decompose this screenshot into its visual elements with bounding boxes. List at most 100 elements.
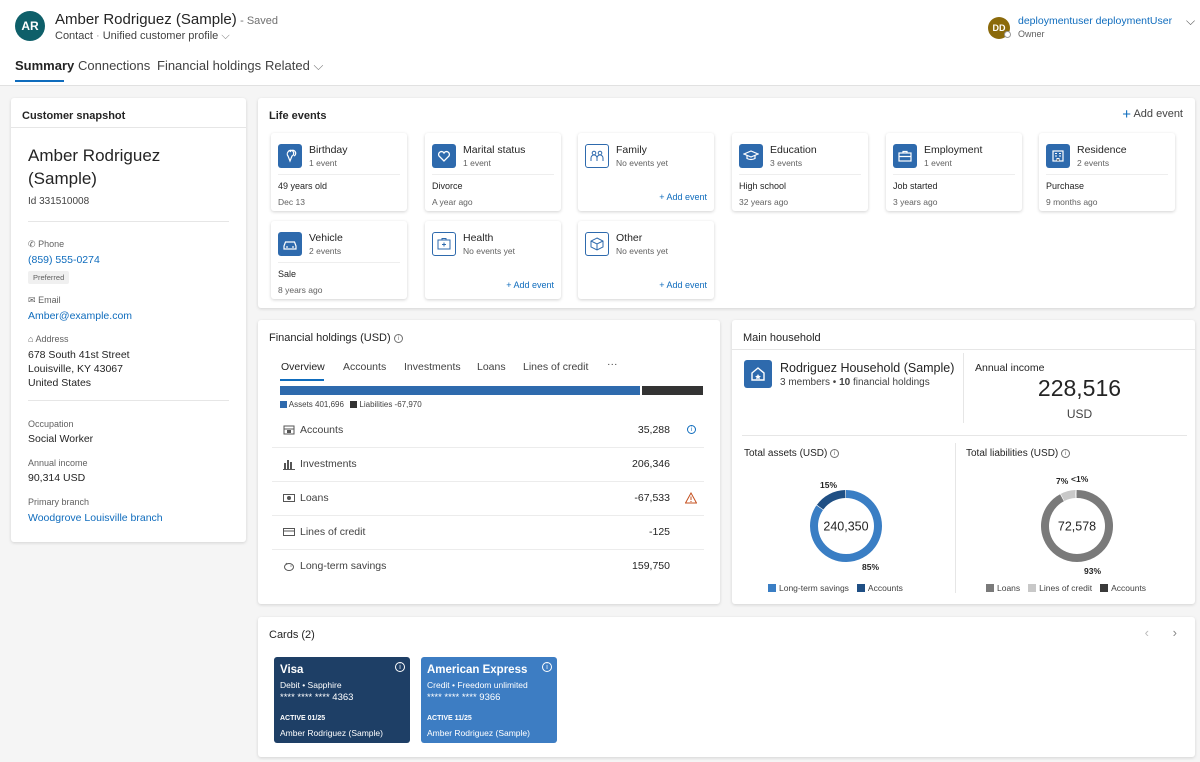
tab-summary[interactable]: Summary [15, 58, 74, 73]
card-name: Visa [280, 664, 304, 676]
tab-connections[interactable]: Connections [78, 58, 150, 73]
data-label: 7% [1056, 476, 1069, 486]
life-event-detail: Divorce [432, 181, 463, 191]
life-event-marital-status[interactable]: Marital status 1 event Divorce A year ago [425, 133, 561, 211]
life-event-residence[interactable]: Residence 2 events Purchase 9 months ago [1039, 133, 1175, 211]
total-assets-donut[interactable]: 240,350 [790, 470, 902, 582]
donut-slice-lines-of-credit[interactable] [1060, 490, 1076, 502]
payment-card-visa[interactable]: Visa Debit • Sapphire **** **** **** 436… [274, 657, 410, 743]
legend-swatch [350, 401, 358, 409]
info-icon[interactable]: i [393, 333, 403, 343]
card-owner: Amber Rodriguez (Sample) [280, 728, 383, 738]
fh-tab-lines-of-credit[interactable]: Lines of credit [523, 361, 588, 373]
divider [893, 174, 1015, 175]
life-event-name: Residence [1077, 144, 1127, 156]
life-event-count: 2 events [1077, 158, 1110, 168]
chevron-down-icon[interactable]: ⌵ [1186, 14, 1195, 29]
divider [28, 400, 229, 401]
chevron-down-icon[interactable]: ⌵ [221, 30, 229, 42]
holding-value: 206,346 [632, 458, 670, 470]
fh-tab-overview[interactable]: Overview [281, 361, 325, 373]
household-name[interactable]: Rodriguez Household (Sample) [780, 361, 954, 375]
household-icon [744, 360, 772, 388]
legend-swatch [1100, 584, 1109, 592]
life-event-name: Employment [924, 144, 983, 156]
bar-legend: Assets 401,696 Liabilities -67,970 [280, 400, 422, 409]
customer-id: Id 331510008 [28, 196, 90, 207]
add-event-button[interactable]: + Add event [659, 280, 707, 290]
holding-row-loans[interactable]: Loans -67,533 [272, 482, 704, 516]
donut-center-label: 240,350 [823, 520, 868, 534]
chart-icon [283, 460, 295, 470]
saved-status: - Saved [240, 15, 279, 27]
card-active: ACTIVE 01/25 [280, 715, 326, 722]
box-icon [585, 232, 609, 256]
life-event-name: Other [616, 232, 643, 244]
life-event-employment[interactable]: Employment 1 event Job started 3 years ago [886, 133, 1022, 211]
life-event-count: No events yet [463, 246, 515, 256]
holding-label: Accounts [300, 424, 344, 436]
life-event-name: Health [463, 232, 494, 244]
owner-name[interactable]: deploymentuser deploymentUser [1018, 15, 1172, 27]
add-event-button[interactable]: + Add event [506, 280, 554, 290]
holding-label: Loans [300, 492, 329, 504]
add-event-label: Add event [1133, 108, 1183, 120]
liabilities-legend: Loans Lines of credit Accounts [978, 583, 1146, 593]
fh-tab-investments[interactable]: Investments [404, 361, 461, 373]
life-event-time: 9 months ago [1046, 197, 1098, 207]
legend-swatch [856, 584, 865, 592]
info-icon[interactable]: i [542, 662, 552, 672]
mail-icon: ✉ [28, 295, 36, 305]
life-event-birthday[interactable]: Birthday 1 event 49 years old Dec 13 [271, 133, 407, 211]
more-tabs-button[interactable]: ··· [607, 358, 618, 370]
card-title: Life events [269, 110, 327, 122]
life-event-education[interactable]: Education 3 events High school 32 years ago [732, 133, 868, 211]
briefcase-icon [893, 144, 917, 168]
phone-icon: ✆ [28, 239, 36, 249]
holding-row-investments[interactable]: Investments 206,346 [272, 448, 704, 482]
email-link[interactable]: Amber@example.com [28, 310, 132, 322]
data-label: 15% [820, 480, 838, 490]
bank-icon [283, 425, 295, 435]
car-icon [278, 232, 302, 256]
fh-tab-accounts[interactable]: Accounts [343, 361, 386, 373]
annual-income-label: Annual income [975, 362, 1045, 374]
holding-row-lines-of-credit[interactable]: Lines of credit -125 [272, 516, 704, 550]
data-label: 85% [862, 562, 880, 572]
life-event-detail: Purchase [1046, 181, 1085, 191]
tab-related[interactable]: Related ⌵ [265, 58, 323, 74]
life-event-health[interactable]: Health No events yet + Add event [425, 221, 561, 299]
phone-link[interactable]: (859) 555-0274 [28, 254, 100, 266]
info-icon[interactable]: i [687, 425, 696, 434]
record-subtitle: Contact · Unified customer profile ⌵ [55, 30, 230, 42]
add-event-button[interactable]: + Add event [659, 192, 707, 202]
address-line1: 678 South 41st Street [28, 349, 130, 361]
life-event-detail: Job started [893, 181, 938, 191]
holding-row-accounts[interactable]: Accounts 35,288 i [272, 414, 704, 448]
info-icon[interactable]: i [395, 662, 405, 672]
tab-financial-holdings[interactable]: Financial holdings [157, 58, 261, 73]
form-selector[interactable]: Unified customer profile [103, 30, 219, 42]
fh-tab-loans[interactable]: Loans [477, 361, 506, 373]
chevron-left-icon[interactable]: ‹ [1145, 625, 1149, 640]
card-type: Credit • Freedom unlimited [427, 680, 528, 690]
building-icon [1046, 144, 1070, 168]
chevron-right-icon[interactable]: › [1173, 625, 1177, 640]
primary-branch-link[interactable]: Woodgrove Louisville branch [28, 512, 163, 524]
life-event-other[interactable]: Other No events yet + Add event [578, 221, 714, 299]
life-event-vehicle[interactable]: Vehicle 2 events Sale 8 years ago [271, 221, 407, 299]
donut-slice-accounts[interactable] [816, 490, 846, 510]
data-label: 93% [1084, 566, 1102, 576]
active-tab-indicator [280, 379, 324, 381]
family-icon [585, 144, 609, 168]
total-liabilities-donut[interactable]: 72,578 [1021, 470, 1133, 582]
warning-icon[interactable] [685, 492, 697, 504]
payment-card-amex[interactable]: American Express Credit • Freedom unlimi… [421, 657, 557, 743]
add-event-button[interactable]: + Add event [1122, 106, 1183, 123]
holding-row-long-term-savings[interactable]: Long-term savings 159,750 [272, 550, 704, 584]
annual-income-currency: USD [1066, 407, 1093, 421]
info-icon[interactable]: i [830, 448, 840, 458]
life-event-family[interactable]: Family No events yet + Add event [578, 133, 714, 211]
info-icon[interactable]: i [1061, 448, 1071, 458]
avatar: AR [15, 11, 45, 41]
